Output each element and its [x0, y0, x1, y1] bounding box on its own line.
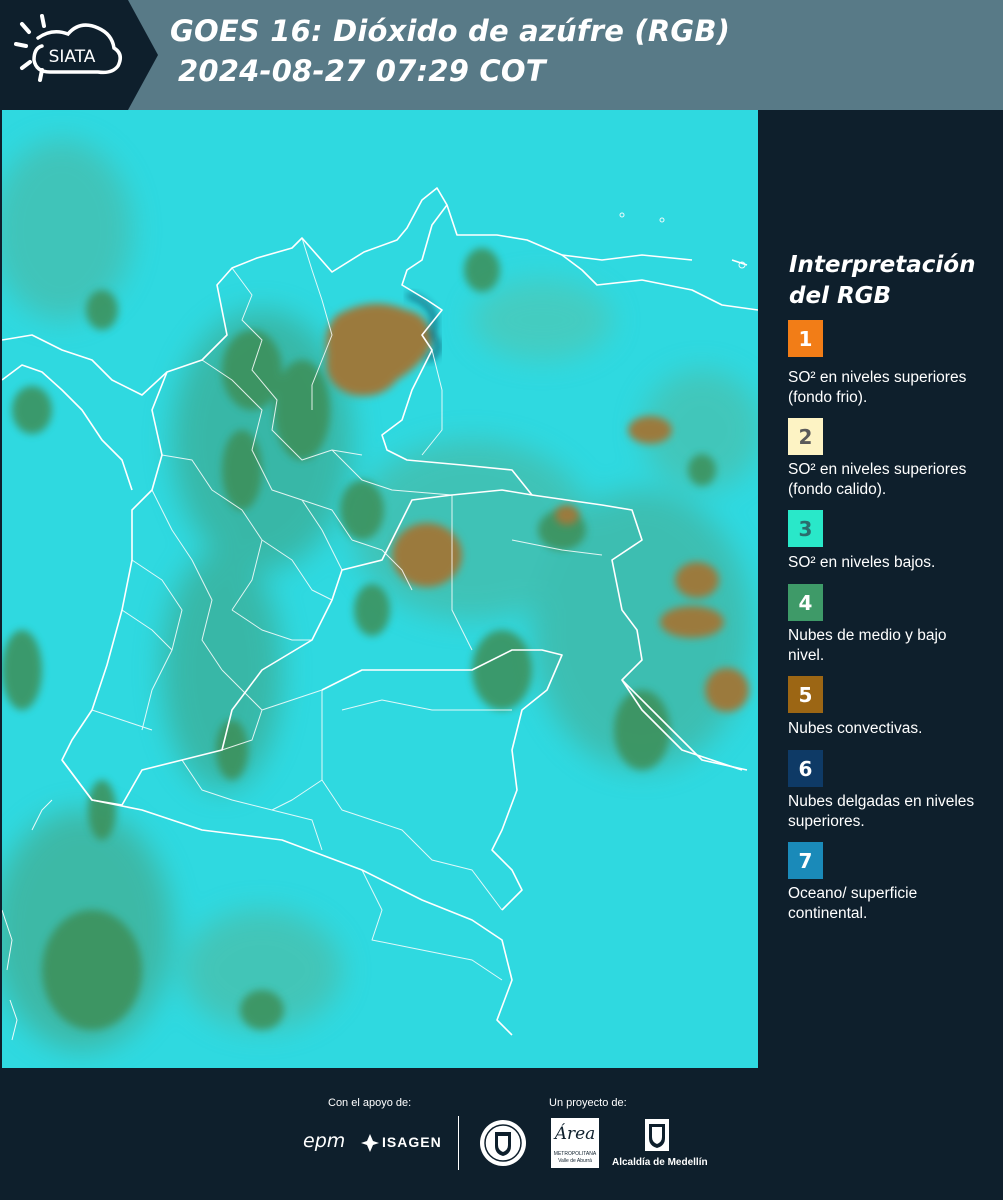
- footer-divider: [458, 1116, 459, 1170]
- siata-logo-icon: SIATA: [14, 14, 122, 82]
- legend-panel: Interpretación del RGB 1 SO² en niveles …: [760, 110, 1003, 1068]
- svg-text:SIATA: SIATA: [49, 47, 96, 67]
- support-label: Con el apoyo de:: [328, 1097, 412, 1109]
- legend-swatch-2: 2: [788, 418, 823, 455]
- legend-title: Interpretación del RGB: [789, 252, 976, 309]
- logo-panel: SIATA: [0, 0, 128, 110]
- legend-swatch-7: 7: [788, 842, 823, 879]
- isagen-mark-icon: [361, 1134, 379, 1152]
- legend-swatch-4: 4: [788, 584, 823, 621]
- legend-label-6: Nubes delgadas en niveles superiores.: [788, 793, 975, 830]
- project-label: Un proyecto de:: [549, 1097, 627, 1109]
- legend-swatch-6: 6: [788, 750, 823, 787]
- map-svg: [2, 110, 758, 1068]
- legend-label-1: SO² en niveles superiores (fondo frio).: [788, 369, 967, 406]
- footer: Con el apoyo de: Un proyecto de: epm ISA…: [0, 1068, 1003, 1200]
- medellin-seal-icon: [480, 1120, 526, 1166]
- legend-label-7: Oceano/ superficie continental.: [788, 885, 918, 922]
- legend-swatch-3: 3: [788, 510, 823, 547]
- satellite-map: [2, 110, 758, 1068]
- alcaldia-label: Alcaldía de Medellín: [612, 1157, 708, 1168]
- page-title: GOES 16: Dióxido de azúfre (RGB): [170, 14, 731, 48]
- legend-label-5: Nubes convectivas.: [788, 720, 923, 737]
- legend-label-2: SO² en niveles superiores (fondo calido)…: [788, 461, 967, 498]
- legend-label-3: SO² en niveles bajos.: [788, 554, 936, 571]
- amva-logo: Área METROPOLITANA Valle de Aburrá: [551, 1118, 599, 1168]
- alcaldia-shield-icon: [645, 1119, 669, 1151]
- legend-swatch-1: 1: [788, 320, 823, 357]
- legend-label-4: Nubes de medio y bajo nivel.: [788, 627, 947, 664]
- timestamp: 2024-08-27 07:29 COT: [178, 54, 546, 88]
- header-bar: SIATA GOES 16: Dióxido de azúfre (RGB) 2…: [0, 0, 1003, 110]
- logo-arrow: [128, 0, 158, 110]
- epm-logo: epm: [303, 1130, 346, 1152]
- legend-swatch-5: 5: [788, 676, 823, 713]
- isagen-logo: ISAGEN: [382, 1134, 442, 1150]
